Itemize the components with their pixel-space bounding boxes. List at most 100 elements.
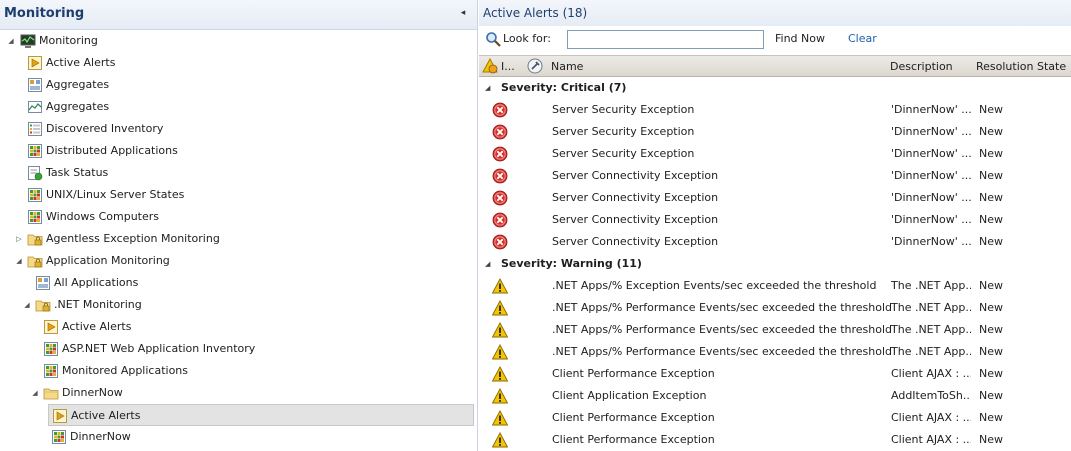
- alert-name: Server Connectivity Exception: [552, 169, 719, 182]
- tree-item[interactable]: DinnerNow: [0, 426, 477, 448]
- alert-resolution-state: New: [979, 411, 1003, 424]
- severity-column-icon[interactable]: [482, 58, 498, 74]
- find-now-button[interactable]: Find Now: [775, 32, 825, 45]
- navigation-pane: Monitoring ◂ ◢ Monitoring Active Alerts Agg…: [0, 0, 478, 451]
- state-grid-icon: [28, 188, 42, 202]
- tree-item[interactable]: Active Alerts: [0, 316, 477, 338]
- alert-row[interactable]: Server Connectivity Exception 'DinnerNow'…: [479, 165, 1071, 187]
- tree-item-label: Windows Computers: [46, 210, 160, 223]
- task-status-icon: [28, 166, 43, 181]
- alert-name: Client Application Exception: [552, 389, 707, 402]
- tree-item[interactable]: Task Status: [0, 162, 477, 184]
- alert-row[interactable]: Server Security Exception 'DinnerNow' ...…: [479, 121, 1071, 143]
- alert-resolution-state: New: [979, 367, 1003, 380]
- tree-item[interactable]: ◢ Monitoring: [0, 30, 477, 52]
- alert-view-icon: [44, 320, 58, 334]
- alert-row[interactable]: Client Performance Exception Client AJAX …: [479, 429, 1071, 451]
- tree-item[interactable]: Monitored Applications: [0, 360, 477, 382]
- tree-item[interactable]: Active Alerts: [0, 52, 477, 74]
- clear-link[interactable]: Clear: [848, 32, 877, 45]
- alert-resolution-state: New: [979, 125, 1003, 138]
- tree-item-label: Application Monitoring: [46, 254, 170, 267]
- alert-description: Client AJAX : ...: [891, 411, 971, 424]
- nav-title: Monitoring: [4, 6, 85, 21]
- collapse-arrow-icon[interactable]: ◢: [485, 77, 490, 99]
- alert-row[interactable]: Server Connectivity Exception 'DinnerNow'…: [479, 187, 1071, 209]
- tree-item-label: UNIX/Linux Server States: [46, 188, 185, 201]
- dashboard-icon: [28, 78, 42, 92]
- alert-row[interactable]: Client Performance Exception Client AJAX …: [479, 363, 1071, 385]
- look-for-input[interactable]: [567, 30, 764, 49]
- alert-name: Server Security Exception: [552, 147, 695, 160]
- tree-item-label: Discovered Inventory: [46, 122, 164, 135]
- tree-item[interactable]: Aggregates: [0, 74, 477, 96]
- tree-item-label: Active Alerts: [71, 409, 141, 422]
- tree-item[interactable]: UNIX/Linux Server States: [0, 184, 477, 206]
- tree-item[interactable]: ◢ .NET Monitoring: [0, 294, 477, 316]
- tree-item[interactable]: Aggregates: [0, 96, 477, 118]
- alert-resolution-state: New: [979, 389, 1003, 402]
- collapse-arrow-icon[interactable]: ◢: [14, 250, 24, 272]
- alert-count: (18): [562, 6, 588, 20]
- alert-name: .NET Apps/% Performance Events/sec excee…: [552, 345, 893, 358]
- folder-lock-icon: [35, 300, 51, 312]
- critical-icon: [492, 146, 508, 162]
- tree-item[interactable]: ASP.NET Web Application Inventory: [0, 338, 477, 360]
- tree-item[interactable]: ◢ Application Monitoring: [0, 250, 477, 272]
- alert-name: Server Security Exception: [552, 125, 695, 138]
- severity-group-warning[interactable]: ◢ Severity: Warning (11): [479, 253, 1071, 275]
- alert-resolution-state: New: [979, 103, 1003, 116]
- state-grid-icon: [28, 210, 42, 224]
- alert-row[interactable]: Server Connectivity Exception 'DinnerNow'…: [479, 209, 1071, 231]
- severity-group-critical[interactable]: ◢ Severity: Critical (7): [479, 77, 1071, 99]
- tree-item[interactable]: Windows Computers: [0, 206, 477, 228]
- alert-resolution-state: New: [979, 345, 1003, 358]
- column-description-header[interactable]: Description: [890, 60, 953, 73]
- alert-description: Client AJAX : ...: [891, 433, 971, 446]
- alert-row[interactable]: Server Security Exception 'DinnerNow' ...…: [479, 143, 1071, 165]
- alert-row[interactable]: Client Application Exception AddItemToSh.…: [479, 385, 1071, 407]
- tree-item[interactable]: All Applications: [0, 272, 477, 294]
- warning-icon: [492, 300, 508, 316]
- tree-item-label: Task Status: [46, 166, 109, 179]
- tree-item[interactable]: Distributed Applications: [0, 140, 477, 162]
- alert-resolution-state: New: [979, 191, 1003, 204]
- alert-row[interactable]: .NET Apps/% Performance Events/sec excee…: [479, 319, 1071, 341]
- tree-item[interactable]: ▷ Agentless Exception Monitoring: [0, 228, 477, 250]
- collapse-arrow-icon[interactable]: ◢: [30, 382, 40, 404]
- alert-name: Server Connectivity Exception: [552, 191, 719, 204]
- tree-item[interactable]: Active Alerts: [48, 404, 474, 426]
- column-name-header[interactable]: Name: [551, 60, 583, 73]
- tree-item[interactable]: ◢ DinnerNow: [0, 382, 477, 404]
- column-icon-header[interactable]: I...: [501, 60, 515, 73]
- warning-icon: [492, 322, 508, 338]
- alert-row[interactable]: .NET Apps/% Performance Events/sec excee…: [479, 341, 1071, 363]
- alert-resolution-state: New: [979, 301, 1003, 314]
- collapse-arrow-icon[interactable]: ◢: [6, 30, 16, 52]
- expand-arrow-icon[interactable]: ▷: [14, 228, 24, 250]
- alert-name: .NET Apps/% Exception Events/sec exceede…: [552, 279, 877, 292]
- alert-description: Client AJAX : ...: [891, 367, 971, 380]
- alert-name: Client Performance Exception: [552, 411, 715, 424]
- monitor-icon: [20, 34, 36, 48]
- maintenance-column-icon[interactable]: [527, 58, 543, 74]
- alert-row[interactable]: Server Security Exception 'DinnerNow' ...…: [479, 99, 1071, 121]
- tree-item-label: Monitoring: [39, 34, 98, 47]
- collapse-arrow-icon[interactable]: ◢: [485, 253, 490, 275]
- critical-icon: [492, 124, 508, 140]
- alert-row[interactable]: Client Performance Exception Client AJAX …: [479, 407, 1071, 429]
- warning-icon: [492, 432, 508, 448]
- nav-header: Monitoring ◂: [0, 0, 477, 30]
- tree-item-label: DinnerNow: [70, 430, 131, 443]
- column-resolution-header[interactable]: Resolution State: [976, 60, 1066, 73]
- collapse-arrow-icon[interactable]: ◢: [22, 294, 32, 316]
- critical-icon: [492, 168, 508, 184]
- warning-icon: [492, 366, 508, 382]
- alert-row[interactable]: Server Connectivity Exception 'DinnerNow'…: [479, 231, 1071, 253]
- alert-row[interactable]: .NET Apps/% Performance Events/sec excee…: [479, 297, 1071, 319]
- alert-name: .NET Apps/% Performance Events/sec excee…: [552, 301, 893, 314]
- tree-item[interactable]: Discovered Inventory: [0, 118, 477, 140]
- page-title-text: Active Alerts: [483, 6, 559, 20]
- alert-row[interactable]: .NET Apps/% Exception Events/sec exceede…: [479, 275, 1071, 297]
- collapse-pane-button[interactable]: ◂: [457, 7, 469, 19]
